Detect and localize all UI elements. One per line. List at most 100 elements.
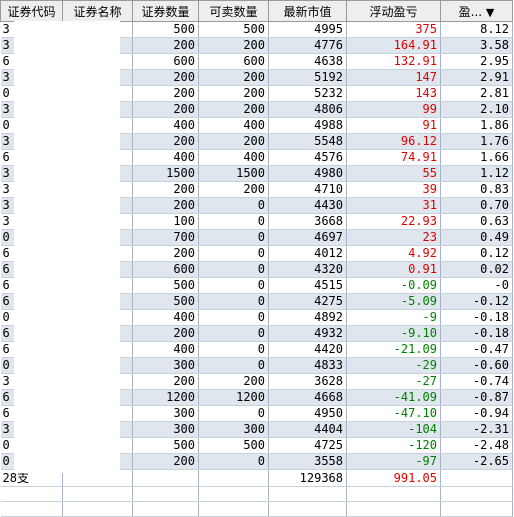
cell-market-value: 5232 <box>268 85 347 102</box>
blank-row <box>0 486 513 502</box>
cell-sellable: 0 <box>198 245 269 262</box>
cell-pnl-pct: 2.81 <box>440 85 513 102</box>
cell-qty: 300 <box>132 357 199 374</box>
cell-pnl-pct: -0.60 <box>440 357 513 374</box>
cell-floating-pnl: 4.92 <box>346 245 441 262</box>
header-qty[interactable]: 证券数量 <box>132 0 199 22</box>
cell-floating-pnl: -9 <box>346 309 441 326</box>
cell-floating-pnl: 0.91 <box>346 261 441 278</box>
cell-market-value: 4420 <box>268 341 347 358</box>
cell-market-value: 4320 <box>268 261 347 278</box>
cell-pnl-pct: 0.49 <box>440 229 513 246</box>
cell-qty: 200 <box>132 85 199 102</box>
cell-sellable: 0 <box>198 293 269 310</box>
cell-floating-pnl: 31 <box>346 197 441 214</box>
cell-sellable: 200 <box>198 373 269 390</box>
holdings-grid: 证券代码 证券名称 证券数量 可卖数量 最新市值 浮动盈亏 盈... ▼ 3 50… <box>0 0 514 517</box>
cell-sellable: 600 <box>198 53 269 70</box>
cell-market-value: 4892 <box>268 309 347 326</box>
cell-floating-pnl: -104 <box>346 421 441 438</box>
header-market-value[interactable]: 最新市值 <box>268 0 347 22</box>
cell-pnl-pct: -0.18 <box>440 309 513 326</box>
cell-market-value: 4576 <box>268 149 347 166</box>
sort-desc-icon[interactable]: ▼ <box>486 6 494 19</box>
cell-pnl-pct: 1.66 <box>440 149 513 166</box>
cell-market-value: 4932 <box>268 325 347 342</box>
cell-qty: 200 <box>132 325 199 342</box>
cell-floating-pnl: 39 <box>346 181 441 198</box>
cell-market-value: 4725 <box>268 437 347 454</box>
cell-sellable: 200 <box>198 181 269 198</box>
cell-pnl-pct: 0.12 <box>440 245 513 262</box>
cell-sellable: 0 <box>198 357 269 374</box>
header-code[interactable]: 证券代码 <box>0 0 63 22</box>
cell-pnl-pct: 8.12 <box>440 21 513 38</box>
cell-qty: 200 <box>132 37 199 54</box>
cell-market-value: 5548 <box>268 133 347 150</box>
cell-sellable: 1500 <box>198 165 269 182</box>
cell-pnl-pct: -2.31 <box>440 421 513 438</box>
cell-floating-pnl: 143 <box>346 85 441 102</box>
header-pnl-pct-label: 盈... <box>458 4 483 19</box>
cell-floating-pnl: 375 <box>346 21 441 38</box>
header-pnl-pct[interactable]: 盈... ▼ <box>440 0 513 22</box>
cell-floating-pnl: 55 <box>346 165 441 182</box>
cell-floating-pnl: 164.91 <box>346 37 441 54</box>
cell-floating-pnl: 74.91 <box>346 149 441 166</box>
cell-qty: 200 <box>132 133 199 150</box>
cell-market-value: 4833 <box>268 357 347 374</box>
cell-market-value: 4404 <box>268 421 347 438</box>
cell-qty: 300 <box>132 421 199 438</box>
cell-floating-pnl: 147 <box>346 69 441 86</box>
cell-sellable: 0 <box>198 405 269 422</box>
cell-pnl-pct: -0.18 <box>440 325 513 342</box>
cell-floating-pnl: 99 <box>346 101 441 118</box>
cell-market-value: 4980 <box>268 165 347 182</box>
header-floating-pnl[interactable]: 浮动盈亏 <box>346 0 441 22</box>
cell-market-value: 4806 <box>268 101 347 118</box>
cell-pnl-pct: 0.63 <box>440 213 513 230</box>
cell-sellable: 500 <box>198 437 269 454</box>
cell-sellable: 0 <box>198 261 269 278</box>
cell-floating-pnl: 132.91 <box>346 53 441 70</box>
redacted-name-area <box>14 21 120 473</box>
cell-sellable: 400 <box>198 149 269 166</box>
cell-market-value: 4638 <box>268 53 347 70</box>
cell-qty: 500 <box>132 21 199 38</box>
cell-pnl-pct: -0.12 <box>440 293 513 310</box>
cell-qty: 400 <box>132 341 199 358</box>
total-floating-pnl: 991.05 <box>346 469 441 487</box>
cell-floating-pnl: 96.12 <box>346 133 441 150</box>
cell-floating-pnl: -97 <box>346 453 441 470</box>
cell-qty: 200 <box>132 373 199 390</box>
cell-qty: 500 <box>132 293 199 310</box>
cell-pnl-pct: -0 <box>440 277 513 294</box>
cell-floating-pnl: -21.09 <box>346 341 441 358</box>
cell-qty: 400 <box>132 117 199 134</box>
cell-pnl-pct: 1.12 <box>440 165 513 182</box>
cell-qty: 200 <box>132 181 199 198</box>
cell-pnl-pct: -0.94 <box>440 405 513 422</box>
header-sellable[interactable]: 可卖数量 <box>198 0 269 22</box>
cell-pnl-pct: 2.95 <box>440 53 513 70</box>
cell-market-value: 4950 <box>268 405 347 422</box>
cell-sellable: 200 <box>198 37 269 54</box>
cell-market-value: 4430 <box>268 197 347 214</box>
cell-market-value: 5192 <box>268 69 347 86</box>
cell-sellable: 0 <box>198 453 269 470</box>
cell-qty: 1200 <box>132 389 199 406</box>
total-market-value: 129368 <box>268 469 347 487</box>
cell-pnl-pct: 2.91 <box>440 69 513 86</box>
cell-floating-pnl: 22.93 <box>346 213 441 230</box>
cell-floating-pnl: -5.09 <box>346 293 441 310</box>
total-cell-empty <box>132 469 199 487</box>
cell-qty: 600 <box>132 53 199 70</box>
cell-sellable: 200 <box>198 69 269 86</box>
cell-pnl-pct: 0.83 <box>440 181 513 198</box>
cell-pnl-pct: 3.58 <box>440 37 513 54</box>
cell-sellable: 200 <box>198 101 269 118</box>
cell-market-value: 4668 <box>268 389 347 406</box>
cell-floating-pnl: -47.10 <box>346 405 441 422</box>
header-name[interactable]: 证券名称 <box>62 0 133 22</box>
cell-qty: 300 <box>132 405 199 422</box>
